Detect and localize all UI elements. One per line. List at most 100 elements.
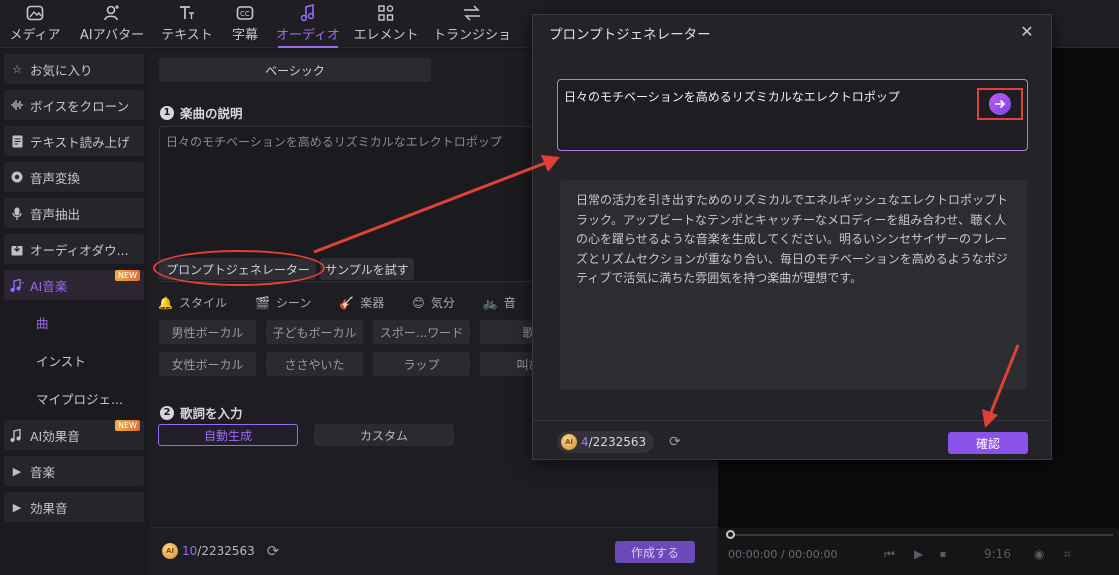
sidebar-item-favorites[interactable]: ☆ お気に入り [4,54,144,84]
clapper-icon: 🎬 [254,295,270,310]
sidebar-item-voice-clone[interactable]: ボイスをクローン [4,90,144,120]
music-note-icon [298,4,318,22]
prompt-generator-dialog: プロンプトジェネレーター ✕ 日々のモチベーションを高めるリズミカルなエレクトロ… [532,14,1052,460]
category-sound[interactable]: 🚲 音 [483,294,516,311]
category-label: 音 [503,296,516,310]
custom-button[interactable]: カスタム [314,424,454,446]
caption-icon: CC [235,4,255,22]
smiley-icon: 😊 [412,295,425,310]
guitar-icon: 🎸 [339,295,355,310]
playhead-knob[interactable] [726,530,735,539]
confirm-button[interactable]: 確認 [948,432,1028,454]
category-style[interactable]: 🔔 スタイル [158,294,227,311]
document-icon [10,134,24,148]
prompt-value: 日々のモチベーションを高めるリズミカルなエレクトロポップ [564,90,900,104]
category-label: スタイル [178,296,227,310]
sidebar-item-audio-extract[interactable]: 音声抽出 [4,198,144,228]
refresh-icon[interactable]: ⟳ [669,434,681,450]
sidebar-item-label: ボイスをクローン [30,98,130,114]
credit-used: 4 [581,435,589,449]
credit-counter: AI 10/2232563 ⟳ [162,542,279,560]
refresh-icon[interactable]: ⟳ [267,542,280,560]
sidebar-item-voice-change[interactable]: 音声変換 [4,162,144,192]
sidebar-item-audio-download[interactable]: オーディオダウ... [4,234,144,264]
ai-sfx-icon [10,428,24,442]
category-tabs: 🔔 スタイル 🎬 シーン 🎸 楽器 😊 気分 🚲 音 [158,294,516,311]
timeline-scrubber[interactable] [726,530,1113,539]
sidebar-subitem-instrumental[interactable]: インスト [4,344,144,376]
category-instrument[interactable]: 🎸 楽器 [339,294,384,311]
annotation-ellipse [153,250,325,286]
tab-label: AIアバター [79,28,145,43]
tab-audio[interactable]: オーディオ [270,0,346,48]
dialog-header: プロンプトジェネレーター [533,15,1051,51]
tag-spoken-word[interactable]: スポー...ワード [373,320,470,344]
category-label: 楽器 [360,296,385,310]
crop-icon[interactable]: ⌗ [1064,547,1071,562]
tab-ai-avatar[interactable]: AIアバター [70,0,154,48]
tab-caption[interactable]: CC 字幕 [220,0,270,48]
auto-generate-button[interactable]: 自動生成 [158,424,298,446]
category-scene[interactable]: 🎬 シーン [255,294,311,311]
tab-text[interactable]: テキスト [154,0,220,48]
ai-coin-icon: AI [162,543,178,559]
step-number: 2 [160,405,174,420]
sidebar-item-sound-effects[interactable]: ▶ 効果音 [4,492,144,522]
sidebar-subitem-my-projects[interactable]: マイプロジェ... [4,382,144,414]
time-readout: 00:00:00 / 00:00:00 [728,548,838,561]
tab-label: トランジショ [432,28,511,43]
play-icon[interactable]: ▶ [914,547,923,561]
prompt-input[interactable]: 日々のモチベーションを高めるリズミカルなエレクトロポップ [557,79,1028,151]
elements-icon [376,4,396,22]
tab-media[interactable]: メディア [0,0,70,48]
avatar-icon [102,4,122,22]
sidebar-item-label: 音声変換 [30,170,81,186]
tag-female-vocal[interactable]: 女性ボーカル [159,352,256,376]
create-button[interactable]: 作成する [615,541,695,563]
try-sample-button[interactable]: サンプルを試す [320,258,414,280]
generated-prompt-text[interactable]: 日常の活力を引き出すためのリズミカルでエネルギッシュなエレクトロポップトラック。… [560,180,1027,390]
arrow-right-icon [995,99,1006,109]
caret-right-icon: ▶ [12,464,22,478]
camera-icon[interactable]: ◉ [1034,547,1044,561]
dialog-footer: AI 4/2232563 ⟳ 確認 [533,420,1051,460]
sidebar-item-label: 音声抽出 [30,206,81,222]
send-arrow-button[interactable] [989,93,1011,115]
prev-frame-icon[interactable]: ⏮ [884,547,895,562]
basic-mode-button[interactable]: ベーシック [159,58,431,82]
tag-male-vocal[interactable]: 男性ボーカル [159,320,256,344]
tag-rap[interactable]: ラップ [373,352,470,376]
tab-elements[interactable]: エレメント [346,0,426,48]
ai-coin-icon: AI [561,434,577,450]
aspect-ratio[interactable]: 9:16 [984,547,1011,561]
generated-text: 日常の活力を引き出すためのリズミカルでエネルギッシュなエレクトロポップトラック。… [576,193,1009,285]
category-label: 気分 [430,296,455,310]
sidebar-item-tts[interactable]: テキスト読み上げ [4,126,144,156]
microphone-icon [10,206,24,220]
sidebar-item-ai-music[interactable]: AI音楽 NEW [4,270,144,300]
sidebar-item-ai-sfx[interactable]: AI効果音 NEW [4,420,144,450]
stop-icon[interactable]: ⏹ [940,547,946,562]
section-title: 歌詞を入力 [180,406,243,421]
tab-transition[interactable]: トランジショ [426,0,518,48]
tag-whisper[interactable]: ささやいた [266,352,363,376]
svg-text:CC: CC [240,10,250,18]
section-song-description: 1 楽曲の説明 [160,103,243,122]
step-number: 1 [160,105,174,120]
sidebar-subitem-song[interactable]: 曲 [4,306,144,338]
tab-label: メディア [9,28,61,43]
description-text: 日々のモチベーションを高めるリズミカルなエレクトロポップ [166,135,502,149]
close-icon[interactable]: ✕ [1019,24,1035,40]
sidebar-item-label: 効果音 [30,500,68,516]
panel-footer: AI 10/2232563 ⟳ 作成する [150,527,718,575]
sidebar-item-music[interactable]: ▶ 音楽 [4,456,144,486]
category-mood[interactable]: 😊 気分 [412,294,455,311]
credit-counter: AI 4/2232563 [557,431,655,453]
new-badge: NEW [115,270,140,281]
download-icon [10,242,24,256]
credit-used: 10 [182,544,198,558]
text-icon [177,4,197,22]
tag-child-vocal[interactable]: 子どもボーカル [266,320,363,344]
star-icon: ☆ [12,62,22,76]
sidebar-item-label: お気に入り [30,62,93,78]
